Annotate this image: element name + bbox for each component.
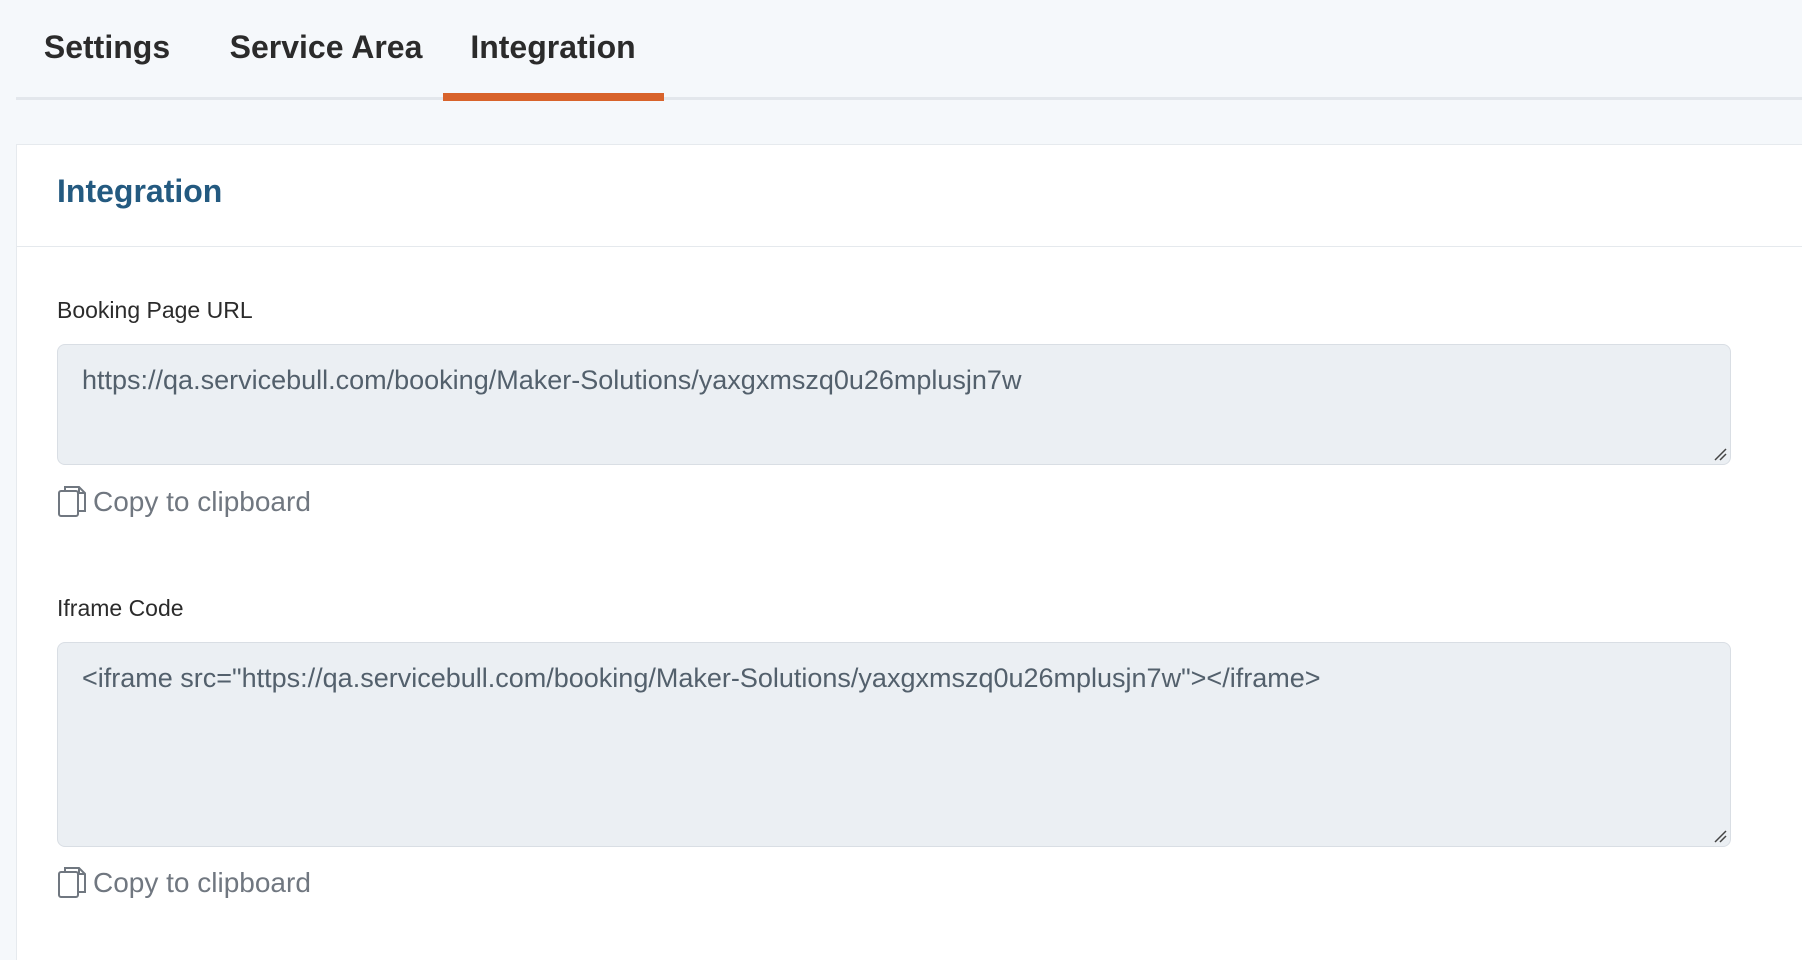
integration-card: Integration Booking Page URL https://qa.… [16,144,1802,960]
card-title: Integration [57,173,223,209]
resize-handle-icon[interactable] [1713,829,1727,843]
copy-booking-url-button[interactable]: Copy to clipboard [57,485,311,519]
booking-url-value: https://qa.servicebull.com/booking/Maker… [82,365,1022,395]
resize-handle-icon[interactable] [1713,447,1727,461]
tab-settings[interactable]: Settings [32,0,182,100]
iframe-code-label: Iframe Code [57,595,184,621]
tab-integration[interactable]: Integration [442,0,664,100]
iframe-code-value: <iframe src="https://qa.servicebull.com/… [82,663,1321,693]
copy-icon [58,867,86,898]
tab-bar: Settings Service Area Integration [16,0,1802,101]
tab-service-area[interactable]: Service Area [226,0,426,100]
copy-iframe-code-button[interactable]: Copy to clipboard [57,866,311,900]
booking-url-label: Booking Page URL [57,297,253,323]
active-tab-indicator [443,93,664,101]
page: Settings Service Area Integration Integr… [0,0,1802,960]
copy-icon [58,486,86,517]
copy-booking-url-label: Copy to clipboard [93,486,311,517]
iframe-code-field[interactable]: <iframe src="https://qa.servicebull.com/… [57,642,1731,847]
card-header: Integration [17,145,1802,247]
copy-iframe-code-label: Copy to clipboard [93,867,311,898]
booking-url-field[interactable]: https://qa.servicebull.com/booking/Maker… [57,344,1731,465]
